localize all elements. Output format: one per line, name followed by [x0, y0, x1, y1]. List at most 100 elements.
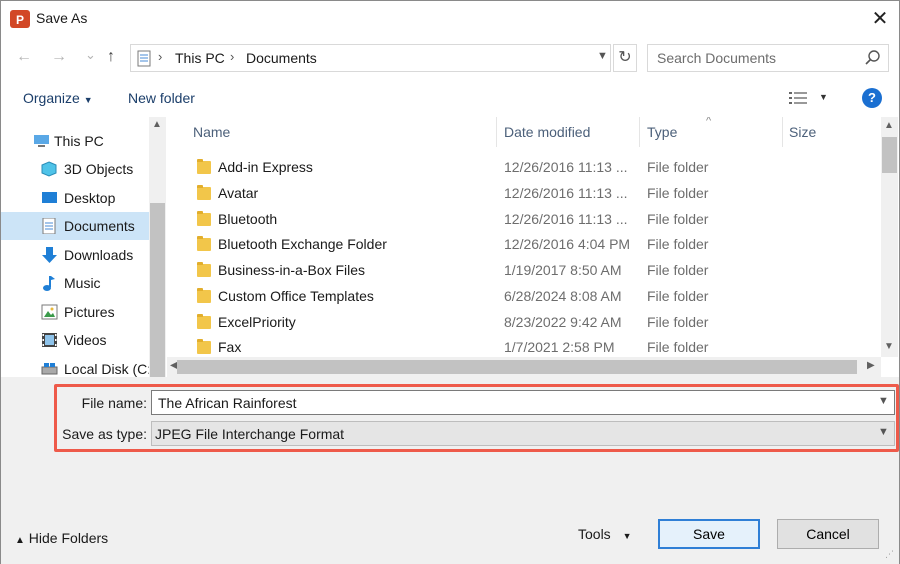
scroll-up-icon[interactable]: ▲: [152, 119, 162, 130]
title-bar: P Save As ✕: [1, 1, 899, 37]
file-name-label: File name:: [81, 395, 147, 411]
file-date: 12/26/2016 11:13 ...: [504, 185, 628, 201]
scrollbar-thumb[interactable]: [882, 137, 897, 173]
breadcrumb-this-pc[interactable]: This PC: [175, 50, 225, 66]
sidebar-item-videos[interactable]: Videos: [1, 326, 149, 354]
new-folder-button[interactable]: New folder: [128, 90, 195, 106]
column-header-date-modified[interactable]: Date modified: [504, 124, 590, 140]
table-row[interactable]: ExcelPriority 8/23/2022 9:42 AM File fol…: [167, 310, 881, 336]
folder-icon: [197, 211, 211, 226]
sidebar-item-downloads[interactable]: Downloads: [1, 241, 149, 269]
file-type: File folder: [647, 185, 709, 201]
resize-grip-icon[interactable]: ⋰: [885, 549, 894, 560]
sidebar-item-label: Local Disk (C:: [64, 361, 149, 377]
file-date: 1/19/2017 8:50 AM: [504, 262, 622, 278]
hide-folders-button[interactable]: ▲ Hide Folders: [15, 530, 108, 546]
file-name: ExcelPriority: [218, 314, 296, 330]
help-icon[interactable]: ?: [862, 88, 882, 108]
folder-icon: [197, 159, 211, 174]
table-row[interactable]: Add-in Express 12/26/2016 11:13 ... File…: [167, 155, 881, 181]
sidebar-item-this-pc[interactable]: This PC: [1, 127, 149, 155]
save-as-type-value: JPEG File Interchange Format: [155, 426, 345, 442]
address-bar[interactable]: › This PC › Documents ▼: [130, 44, 611, 72]
forward-arrow-icon[interactable]: →: [51, 45, 67, 69]
chevron-up-icon: ▲: [15, 535, 25, 546]
organize-button[interactable]: Organize ▼: [23, 90, 93, 106]
back-arrow-icon[interactable]: ←: [16, 45, 32, 69]
column-header-name[interactable]: Name: [193, 124, 230, 140]
column-divider[interactable]: [639, 117, 640, 147]
table-row[interactable]: Avatar 12/26/2016 11:13 ... File folder: [167, 181, 881, 207]
chevron-down-icon: ▼: [622, 531, 632, 541]
table-row[interactable]: Custom Office Templates 6/28/2024 8:08 A…: [167, 284, 881, 310]
column-divider[interactable]: [782, 117, 783, 147]
computer-icon: [34, 135, 49, 147]
file-date: 12/26/2016 4:04 PM: [504, 236, 631, 252]
scroll-up-icon[interactable]: ▲: [884, 120, 894, 131]
column-header-type[interactable]: Type: [647, 124, 677, 140]
view-options-icon[interactable]: [789, 91, 809, 105]
sidebar-item-label: Pictures: [64, 304, 115, 320]
folder-icon: [197, 262, 211, 277]
sidebar-item-pictures[interactable]: Pictures: [1, 298, 149, 326]
file-type: File folder: [647, 211, 709, 227]
sidebar-item-local-disk[interactable]: Local Disk (C:: [1, 355, 149, 377]
file-date: 6/28/2024 8:08 AM: [504, 288, 622, 304]
sidebar-item-desktop[interactable]: Desktop: [1, 184, 149, 212]
chevron-down-icon[interactable]: ▼: [878, 395, 889, 407]
cancel-button[interactable]: Cancel: [777, 519, 879, 549]
close-icon[interactable]: ✕: [863, 7, 897, 31]
file-list[interactable]: ^ Name Date modified Type Size Add-in Ex…: [167, 117, 881, 377]
table-row[interactable]: Bluetooth Exchange Folder 12/26/2016 4:0…: [167, 232, 881, 258]
tools-label: Tools: [578, 526, 611, 542]
file-name: Avatar: [218, 185, 259, 201]
refresh-icon[interactable]: ↻: [613, 44, 637, 72]
hide-folders-label: Hide Folders: [28, 530, 109, 546]
location-icon: [137, 50, 151, 67]
column-header-size[interactable]: Size: [789, 124, 816, 140]
sidebar-item-label: Documents: [64, 218, 135, 234]
search-input[interactable]: Search Documents: [647, 44, 889, 72]
chevron-down-icon[interactable]: ▼: [878, 426, 889, 438]
sort-caret-icon: ^: [706, 117, 712, 127]
column-divider[interactable]: [496, 117, 497, 147]
file-type: File folder: [647, 262, 709, 278]
sidebar-item-label: Videos: [64, 332, 107, 348]
table-row[interactable]: Business-in-a-Box Files 1/19/2017 8:50 A…: [167, 258, 881, 284]
file-name-value: The African Rainforest: [158, 395, 297, 411]
breadcrumb-separator-icon: ›: [158, 49, 163, 64]
search-placeholder: Search Documents: [657, 50, 777, 66]
film-icon: [42, 333, 57, 347]
powerpoint-icon: P: [10, 10, 30, 28]
recent-locations-chevron-icon[interactable]: ⌄: [85, 43, 96, 67]
scrollbar-thumb[interactable]: [177, 360, 857, 374]
file-list-horizontal-scrollbar[interactable]: ◀ ▶: [167, 357, 881, 377]
folder-icon: [197, 314, 211, 329]
file-type: File folder: [647, 159, 709, 175]
up-arrow-icon[interactable]: ↑: [107, 45, 115, 69]
sidebar-item-label: 3D Objects: [64, 161, 134, 177]
scroll-down-icon[interactable]: ▼: [884, 341, 894, 352]
file-name: Business-in-a-Box Files: [218, 262, 366, 278]
file-list-vertical-scrollbar[interactable]: ▲ ▼: [881, 117, 898, 357]
sidebar-item-music[interactable]: Music: [1, 269, 149, 297]
table-row[interactable]: Bluetooth 12/26/2016 11:13 ... File fold…: [167, 207, 881, 233]
save-as-dialog: P Save As ✕ ← → ⌄ ↑ › This PC › Document…: [0, 0, 900, 564]
scroll-right-icon[interactable]: ▶: [867, 360, 875, 371]
sidebar-item-3d-objects[interactable]: 3D Objects: [1, 155, 149, 183]
breadcrumb-documents[interactable]: Documents: [246, 50, 317, 66]
save-as-type-select[interactable]: JPEG File Interchange Format ▼: [151, 421, 895, 446]
file-name-field[interactable]: The African Rainforest ▼: [151, 390, 895, 415]
navigation-pane-scrollbar[interactable]: ▲: [149, 117, 166, 381]
view-chevron-down-icon[interactable]: ▼: [819, 92, 828, 102]
chevron-down-icon[interactable]: ▼: [597, 50, 608, 62]
sidebar-item-label: Music: [64, 275, 101, 291]
search-icon: [865, 50, 880, 65]
save-button[interactable]: Save: [658, 519, 760, 549]
tools-button[interactable]: Tools ▼: [578, 526, 632, 542]
sidebar-item-documents[interactable]: Documents: [1, 212, 149, 240]
file-name: Add-in Express: [218, 159, 313, 175]
scrollbar-thumb[interactable]: [150, 203, 165, 381]
file-name: Custom Office Templates: [218, 288, 374, 304]
navigation-pane[interactable]: This PC 3D Objects Desktop Documents Dow…: [1, 117, 149, 377]
